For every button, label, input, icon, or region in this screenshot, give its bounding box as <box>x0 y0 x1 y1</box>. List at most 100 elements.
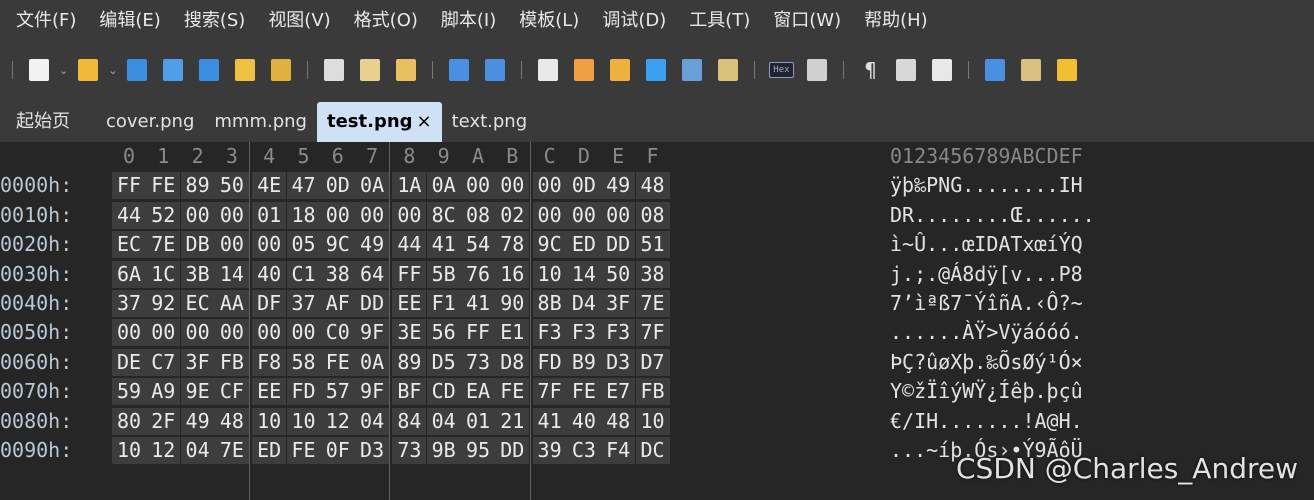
hex-byte[interactable]: 1A <box>392 172 427 200</box>
calculator-button[interactable] <box>980 55 1010 85</box>
hex-byte[interactable]: F3 <box>532 319 567 347</box>
hex-byte[interactable]: F3 <box>566 319 601 347</box>
hex-byte[interactable]: 90 <box>495 290 530 317</box>
hex-byte[interactable]: C7 <box>146 348 181 376</box>
hex-byte[interactable]: FF <box>461 319 495 347</box>
hex-byte[interactable]: 41 <box>532 407 567 435</box>
save-all-button[interactable] <box>194 55 224 85</box>
project-button[interactable] <box>266 55 296 85</box>
hex-byte[interactable]: 10 <box>635 407 670 435</box>
hex-byte[interactable]: D3 <box>601 348 636 376</box>
menu-item-7[interactable]: 调试(D) <box>590 0 677 42</box>
hex-byte[interactable]: 0D <box>566 172 601 200</box>
hex-byte[interactable]: 49 <box>601 172 636 200</box>
hex-byte[interactable]: 3B <box>180 260 215 288</box>
hex-byte[interactable]: 10 <box>532 260 567 288</box>
hex-byte[interactable]: 0A <box>355 348 390 376</box>
hex-byte[interactable]: CF <box>214 378 249 406</box>
hex-byte[interactable]: 2F <box>146 407 181 435</box>
menu-item-1[interactable]: 编辑(E) <box>87 0 171 42</box>
hex-byte[interactable]: FE <box>320 348 355 376</box>
compare-button[interactable] <box>1052 55 1082 85</box>
hex-byte[interactable]: 44 <box>112 201 146 229</box>
hex-byte[interactable]: 89 <box>180 172 215 200</box>
menu-item-2[interactable]: 搜索(S) <box>172 0 256 42</box>
hex-byte[interactable]: 0A <box>426 172 461 200</box>
hex-byte[interactable]: 38 <box>320 260 355 288</box>
hex-byte[interactable]: EE <box>252 378 287 406</box>
hex-byte[interactable]: 3F <box>601 290 636 317</box>
show-whitespace-button[interactable]: ¶ <box>855 55 885 85</box>
hex-byte[interactable]: AF <box>320 290 355 317</box>
hex-byte[interactable]: D5 <box>426 348 461 376</box>
hex-byte[interactable]: DF <box>252 290 287 317</box>
hex-byte[interactable]: 00 <box>461 172 495 200</box>
ascii-text[interactable]: 7’ìªß7¯ÝîñA.‹Ô?~ <box>890 289 1083 318</box>
find-in-files-button[interactable] <box>605 55 635 85</box>
hex-byte[interactable]: 64 <box>355 260 390 288</box>
hex-byte[interactable]: 9F <box>355 319 390 347</box>
hex-byte[interactable]: 0F <box>320 437 355 464</box>
list-view-button[interactable] <box>891 55 921 85</box>
hex-byte[interactable]: 00 <box>146 319 181 347</box>
hex-byte[interactable]: 21 <box>495 407 530 435</box>
hex-byte[interactable]: C1 <box>286 260 321 288</box>
hex-byte[interactable]: C0 <box>320 319 355 347</box>
hex-byte[interactable]: 12 <box>146 437 181 464</box>
hex-byte[interactable]: 58 <box>286 348 321 376</box>
hex-byte[interactable]: 00 <box>214 201 249 229</box>
hex-byte[interactable]: 54 <box>461 231 495 259</box>
hex-byte[interactable]: 51 <box>635 231 670 259</box>
hex-byte[interactable]: 7E <box>214 437 249 464</box>
hex-byte[interactable]: 9F <box>355 378 390 406</box>
hex-byte[interactable]: FE <box>146 172 181 200</box>
hex-byte[interactable]: 73 <box>461 348 495 376</box>
ascii-text[interactable]: j.;.@Á8dÿ[v...P8 <box>890 260 1083 289</box>
hex-byte[interactable]: 10 <box>112 437 146 464</box>
hex-byte[interactable]: A9 <box>146 378 181 406</box>
hex-byte[interactable]: 16 <box>495 260 530 288</box>
hex-byte[interactable]: 49 <box>180 407 215 435</box>
ascii-text[interactable]: ì~Û...œIDATxœíÝQ <box>890 230 1083 259</box>
hex-byte[interactable]: 3F <box>180 348 215 376</box>
hex-byte[interactable]: 12 <box>320 407 355 435</box>
hex-byte[interactable]: 00 <box>532 172 567 200</box>
hex-byte[interactable]: FD <box>532 348 567 376</box>
hex-byte[interactable]: 14 <box>566 260 601 288</box>
hex-byte[interactable]: 80 <box>112 407 146 435</box>
ascii-text[interactable]: Y©žÏîýWŸ¿Íêþ.þçû <box>890 377 1083 406</box>
hex-byte[interactable]: 7E <box>635 290 670 317</box>
menu-item-5[interactable]: 脚本(I) <box>429 0 507 42</box>
hex-byte[interactable]: D8 <box>495 348 530 376</box>
hex-byte[interactable]: 01 <box>252 201 287 229</box>
hex-byte[interactable]: 89 <box>392 348 427 376</box>
new-file-button[interactable] <box>24 55 54 85</box>
hex-byte[interactable]: 00 <box>495 172 530 200</box>
hex-byte[interactable]: 04 <box>180 437 215 464</box>
hex-byte[interactable]: 48 <box>635 172 670 200</box>
hex-byte[interactable]: 8C <box>426 201 461 229</box>
hex-byte[interactable]: B9 <box>566 348 601 376</box>
hex-byte[interactable]: 08 <box>461 201 495 229</box>
hex-byte[interactable]: FB <box>214 348 249 376</box>
hex-byte[interactable]: 9E <box>180 378 215 406</box>
hex-byte[interactable]: 14 <box>214 260 249 288</box>
hex-byte[interactable]: 40 <box>252 260 287 288</box>
save-as-button[interactable] <box>158 55 188 85</box>
hex-byte[interactable]: 37 <box>286 290 321 317</box>
hex-byte[interactable]: 5B <box>426 260 461 288</box>
hex-byte[interactable]: 76 <box>461 260 495 288</box>
hex-byte[interactable]: 00 <box>180 201 215 229</box>
hex-byte[interactable]: 41 <box>461 290 495 317</box>
redo-button[interactable] <box>480 55 510 85</box>
cut-button[interactable] <box>319 55 349 85</box>
hex-byte[interactable]: FE <box>286 437 321 464</box>
hex-byte[interactable]: F3 <box>601 319 636 347</box>
hex-byte[interactable]: FF <box>392 260 427 288</box>
hex-byte[interactable]: CD <box>426 378 461 406</box>
menu-item-3[interactable]: 视图(V) <box>256 0 341 42</box>
hex-byte[interactable]: 10 <box>252 407 287 435</box>
hex-byte[interactable]: 50 <box>601 260 636 288</box>
hex-byte[interactable]: 39 <box>532 437 567 464</box>
tab-4[interactable]: text.png <box>442 102 538 142</box>
